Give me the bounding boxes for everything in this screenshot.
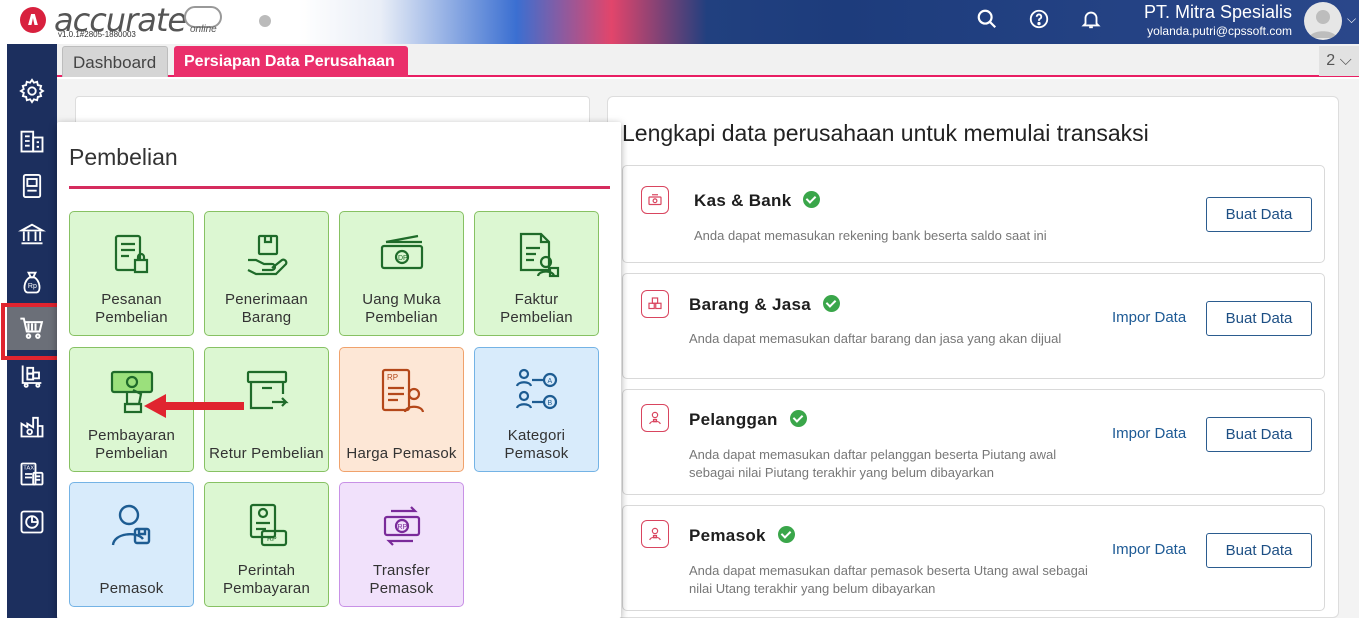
check-icon [823,295,841,313]
impor-data-link[interactable]: Impor Data [1112,541,1186,558]
help-icon[interactable] [1028,8,1050,30]
buat-data-button[interactable]: Buat Data [1206,301,1312,336]
gear-icon[interactable] [7,69,57,113]
svg-text:TAX: TAX [23,465,34,471]
app-logo[interactable]: ∧ accurate v1.0.1#2805-1880003 online [14,1,244,42]
logo-mark-icon: ∧ [20,7,46,33]
tile-transfer-pemasok[interactable]: RP Transfer Pemasok [339,482,464,607]
setup-item-kas-bank: Kas & Bank Anda dapat memasukan rekening… [622,165,1325,263]
search-icon[interactable] [976,8,998,30]
svg-text:Rp: Rp [28,283,37,290]
item-title: Barang & Jasa [689,295,841,315]
transfer-icon: RP [383,506,420,546]
logo-online-text: online [190,24,217,35]
tile-kategori-pemasok[interactable]: AB Kategori Pemasok [474,347,599,472]
item-description: Anda dapat memasukan daftar pemasok bese… [689,563,1088,596]
tile-penerimaan-barang[interactable]: Penerimaan Barang [204,211,329,336]
tile-label: Retur Pembelian [209,445,324,462]
tile-pemasok[interactable]: Pemasok [69,482,194,607]
tab-persiapan-data-perusahaan[interactable]: Persiapan Data Perusahaan [174,46,408,77]
check-icon [803,191,821,209]
tile-label: Pembayaran Pembelian [87,427,176,462]
company-info[interactable]: PT. Mitra Spesialis yolanda.putri@cpssof… [1110,2,1292,38]
cash-advance-icon: DP [380,234,423,270]
popup-title: Pembelian [69,144,178,170]
customer-icon [641,404,669,432]
avatar[interactable] [1304,2,1342,40]
item-description: Anda dapat memasukan daftar pelanggan be… [689,447,1057,480]
user-email: yolanda.putri@cpssoft.com [1147,24,1292,38]
tile-label: Pesanan Pembelian [95,291,168,326]
buat-data-button[interactable]: Buat Data [1206,417,1312,452]
tile-uang-muka-pembelian[interactable]: DP Uang Muka Pembelian [339,211,464,336]
svg-text:DP: DP [398,255,408,262]
tab-dashboard[interactable]: Dashboard [62,46,168,77]
tile-harga-pemasok[interactable]: RP Harga Pemasok [339,347,464,472]
impor-data-link[interactable]: Impor Data [1112,309,1186,326]
purchase-order-icon [114,234,148,274]
inventory-cart-icon[interactable] [7,354,57,398]
tile-label: Uang Muka Pembelian [362,291,441,326]
svg-text:B: B [547,400,552,407]
impor-data-link[interactable]: Impor Data [1112,425,1186,442]
building-icon[interactable] [7,119,57,163]
tile-label: Harga Pemasok [346,445,457,462]
item-title: Kas & Bank [694,191,821,211]
bank-icon[interactable] [7,212,57,256]
app-version: v1.0.1#2805-1880003 [58,30,136,39]
top-header: ∧ accurate v1.0.1#2805-1880003 online PT… [0,0,1359,44]
tile-label: Faktur Pembelian [500,291,573,326]
goods-box-icon [641,290,669,318]
tile-perintah-pembayaran[interactable]: RP Perintah Pembayaran [204,482,329,607]
pembelian-menu-popup: Pembelian Pesanan Pembelian Penerimaan B… [57,122,621,618]
divider [69,186,610,189]
receive-goods-icon [247,234,287,276]
item-description: Anda dapat memasukan rekening bank beser… [694,228,1047,243]
setup-item-pemasok: Pemasok Anda dapat memasukan daftar pema… [622,505,1325,611]
svg-text:RP: RP [267,536,277,543]
tile-label: Pemasok [99,580,164,597]
setup-item-pelanggan: Pelanggan Anda dapat memasukan daftar pe… [622,389,1325,495]
item-title: Pemasok [689,526,795,546]
return-box-icon [246,370,289,410]
supplier-icon [111,504,150,546]
supplier-icon [641,520,669,548]
cash-bank-icon [641,186,669,214]
setup-item-barang-jasa: Barang & Jasa Anda dapat memasukan dafta… [622,273,1325,379]
tile-label: Kategori Pemasok [504,427,569,462]
sidebar-highlight-box [1,303,64,360]
item-title: Pelanggan [689,410,807,430]
svg-text:RP: RP [387,373,398,382]
buat-data-button[interactable]: Buat Data [1206,533,1312,568]
annotation-arrow-icon [144,394,244,418]
svg-text:RP: RP [397,524,407,531]
tile-label: Transfer Pemasok [369,562,434,597]
tile-pesanan-pembelian[interactable]: Pesanan Pembelian [69,211,194,336]
money-bag-icon[interactable]: Rp [7,260,57,304]
category-icon: AB [515,368,557,410]
tile-label: Perintah Pembayaran [222,562,311,597]
price-list-icon: RP [381,368,424,413]
tile-label: Penerimaan Barang [225,291,308,326]
chevron-down-icon[interactable]: ⌵ [1347,12,1356,27]
ledger-icon[interactable] [7,164,57,208]
company-name: PT. Mitra Spesialis [1143,2,1292,22]
setup-title: Lengkapi data perusahaan untuk memulai t… [622,120,1149,146]
tab-bar: Dashboard Persiapan Data Perusahaan 2 ⌵ [57,44,1359,77]
factory-icon[interactable] [7,404,57,448]
chart-report-icon[interactable] [7,500,57,544]
status-dot [259,15,271,27]
payment-order-icon: RP [249,503,287,547]
buat-data-button[interactable]: Buat Data [1206,197,1312,232]
open-tabs-counter[interactable]: 2 ⌵ [1319,46,1359,76]
tile-faktur-pembelian[interactable]: Faktur Pembelian [474,211,599,336]
tax-report-icon[interactable]: TAX [7,452,57,496]
item-description: Anda dapat memasukan daftar barang dan j… [689,331,1062,346]
svg-text:A: A [547,378,552,385]
check-icon [777,526,795,544]
check-icon [789,410,807,428]
bell-icon[interactable] [1080,8,1102,30]
invoice-icon [519,232,559,278]
